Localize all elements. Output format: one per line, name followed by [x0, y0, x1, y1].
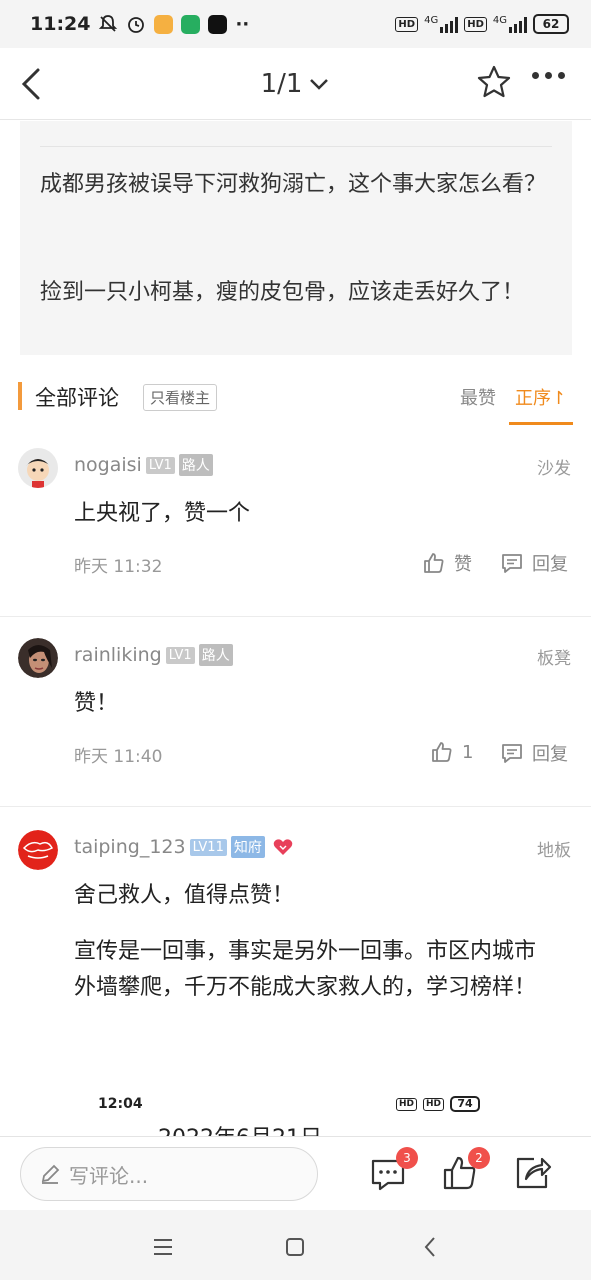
avatar[interactable] — [18, 830, 58, 870]
level-badge: LV1 — [145, 456, 175, 474]
floor-label: 地板 — [537, 841, 571, 861]
like-count-badge: 2 — [468, 1147, 490, 1169]
comment-separator — [0, 806, 591, 807]
comment-text: 宣传是一回事，事实是另外一回事。市区内城市外墙攀爬，千万不能成大家救人的，学习榜… — [74, 939, 537, 1000]
tiktok-icon — [208, 14, 228, 34]
comment-time: 昨天 11:40 — [74, 747, 163, 767]
level-badge: LV11 — [189, 838, 227, 856]
status-left-icons: ·· — [98, 14, 249, 35]
embedded-time: 12:04 — [98, 1096, 143, 1112]
hd-icon: HD — [395, 16, 419, 32]
more-options-icon[interactable] — [532, 72, 565, 79]
level-badge: LV1 — [165, 646, 195, 664]
pencil-icon — [41, 1164, 60, 1184]
comment-text: 赞！ — [74, 691, 119, 716]
hd-icon-2: HD — [464, 16, 487, 32]
comment-placeholder: 写评论... — [69, 1163, 149, 1188]
username[interactable]: rainliking — [74, 644, 162, 666]
reply-button[interactable]: 回复 — [500, 740, 568, 766]
floor-label: 沙发 — [537, 459, 571, 479]
heart-badge-icon — [273, 839, 293, 855]
post-paragraph: 捡到一只小柯基，瘦的皮包骨，应该走丢好久了！ — [40, 280, 525, 305]
alarm-icon — [128, 17, 145, 33]
reply-label: 回复 — [532, 554, 568, 575]
system-back-icon[interactable] — [416, 1232, 446, 1262]
username[interactable]: nogaisi — [74, 454, 142, 476]
all-comments-title: 全部评论 — [35, 386, 119, 410]
comment-time: 昨天 11:32 — [74, 557, 163, 577]
avatar[interactable] — [18, 638, 58, 678]
home-icon[interactable] — [280, 1232, 310, 1262]
battery-icon: 62 — [533, 14, 569, 34]
page-indicator: 1/1 — [260, 68, 303, 99]
divider — [40, 146, 552, 147]
mute-icon — [99, 15, 118, 32]
back-icon[interactable] — [14, 62, 50, 106]
status-time: 11:24 — [30, 13, 91, 35]
like-label: 赞 — [454, 554, 472, 575]
role-badge: 知府 — [230, 836, 265, 858]
signal-icon: 4G — [424, 15, 459, 33]
page-selector[interactable]: 1/1 — [261, 69, 331, 99]
username[interactable]: taiping_123 — [74, 836, 186, 858]
sort-top-tab[interactable]: 最赞 — [460, 384, 496, 410]
chevron-down-icon — [310, 78, 329, 90]
post-paragraph: 成都男孩被误导下河救狗溺亡，这个事大家怎么看？ — [40, 172, 547, 197]
reply-button[interactable]: 回复 — [500, 550, 568, 576]
like-post-button[interactable]: 2 — [440, 1147, 490, 1193]
more-notifications-icon: ·· — [235, 13, 250, 35]
post-content-card: 成都男孩被误导下河救狗溺亡，这个事大家怎么看？ 捡到一只小柯基，瘦的皮包骨，应该… — [20, 121, 572, 355]
comment-user-info: rainliking LV1 路人 — [74, 644, 233, 666]
comment-text: 舍己救人，值得点赞！ — [74, 883, 295, 908]
floor-label: 板凳 — [537, 649, 571, 669]
message-count-badge: 3 — [396, 1147, 418, 1169]
comment-user-info: nogaisi LV1 路人 — [74, 454, 213, 476]
sort-order-tab[interactable]: 正序↾ — [515, 384, 566, 410]
reply-label: 回复 — [532, 744, 568, 765]
share-button[interactable] — [512, 1153, 552, 1193]
thumbs-up-icon — [432, 742, 452, 762]
menu-icon[interactable] — [148, 1232, 178, 1262]
comment-image[interactable]: 12:04 HD HD 74 2022年6月21日 — [74, 1080, 554, 1140]
reply-icon — [502, 744, 522, 763]
app-notification-icon — [154, 14, 174, 34]
comments-header: 全部评论 只看楼主 最赞 正序↾ — [0, 378, 591, 426]
avatar[interactable] — [18, 448, 58, 488]
phone-app-icon — [181, 14, 201, 34]
comment-user-info: taiping_123 LV11 知府 — [74, 836, 293, 858]
owner-only-button[interactable]: 只看楼主 — [143, 384, 218, 411]
signal-icon-2: 4G — [493, 15, 527, 33]
like-button[interactable]: 赞 — [422, 550, 472, 576]
system-navigation-bar — [0, 1210, 591, 1280]
hd-icon: HD — [396, 1097, 418, 1111]
like-button[interactable]: 1 — [430, 740, 473, 764]
comment-input[interactable]: 写评论... — [20, 1147, 318, 1201]
comment-text: 上央视了，赞一个 — [74, 501, 251, 526]
top-nav-bar: 1/1 — [0, 48, 591, 120]
message-button[interactable]: 3 — [368, 1147, 418, 1193]
reply-icon — [502, 554, 522, 573]
comment-item: nogaisi LV1 路人 沙发 上央视了，赞一个 昨天 11:32 赞 回复 — [0, 448, 591, 616]
favorite-star-icon[interactable] — [476, 64, 512, 100]
section-accent-bar — [18, 382, 22, 410]
comment-separator — [0, 616, 591, 617]
like-count: 1 — [462, 741, 474, 763]
status-bar: 11:24 ·· HD 4G HD 4G 62 — [0, 0, 591, 48]
role-badge: 路人 — [178, 454, 213, 476]
thumbs-up-icon — [424, 553, 444, 573]
comment-item: taiping_123 LV11 知府 地板 舍己救人，值得点赞！ 宣传是一回事… — [0, 830, 591, 1080]
hd-icon-2: HD — [423, 1097, 445, 1111]
embedded-status-right: HD HD 74 — [396, 1096, 481, 1112]
bottom-action-bar: 写评论... 3 2 — [0, 1136, 591, 1210]
role-badge: 路人 — [198, 644, 233, 666]
status-right: HD 4G HD 4G 62 — [395, 14, 569, 34]
active-tab-underline — [509, 422, 573, 425]
share-icon — [516, 1157, 552, 1189]
embedded-battery: 74 — [450, 1096, 481, 1112]
comment-item: rainliking LV1 路人 板凳 赞！ 昨天 11:40 1 回复 — [0, 638, 591, 806]
